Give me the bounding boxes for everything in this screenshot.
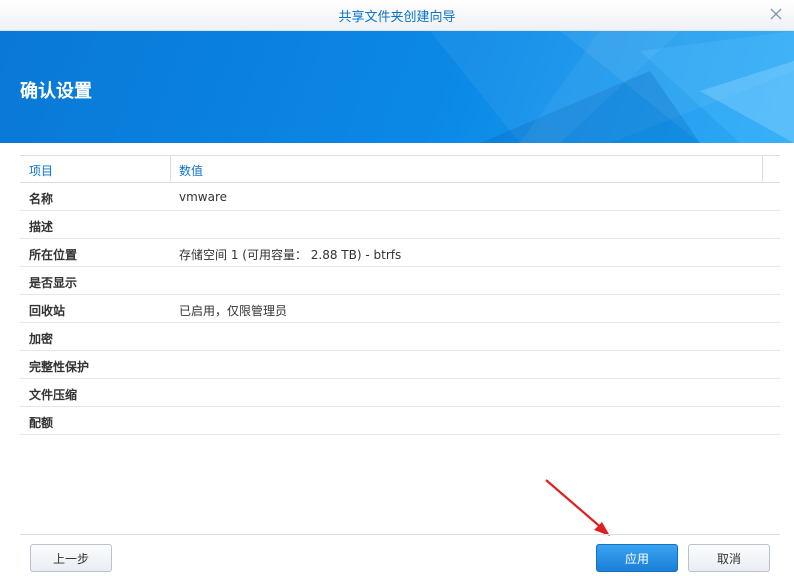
footer-divider: [20, 534, 780, 535]
table-row: 所在位置 存储空间 1 (可用容量： 2.88 TB) - btrfs: [20, 239, 780, 267]
row-value: 已启用，仅限管理员: [179, 304, 288, 318]
table-row: 加密: [20, 323, 780, 351]
table-row: 文件压缩: [20, 379, 780, 407]
header-banner: 确认设置: [0, 31, 794, 143]
row-item-label: 加密: [29, 332, 54, 346]
red-arrow-icon: [545, 479, 610, 536]
column-divider: [762, 156, 763, 182]
row-item-label: 描述: [29, 220, 54, 234]
apply-button[interactable]: 应用: [596, 544, 678, 572]
table-row: 完整性保护: [20, 351, 780, 379]
row-item-label: 所在位置: [29, 248, 78, 262]
back-button[interactable]: 上一步: [30, 544, 112, 572]
table-row: 配额: [20, 407, 780, 435]
window-title: 共享文件夹创建向导: [338, 10, 456, 25]
table-row: 描述: [20, 211, 780, 239]
row-item-label: 名称: [29, 192, 54, 206]
column-header-item[interactable]: 项目: [29, 162, 53, 179]
table-row: 回收站 已启用，仅限管理员: [20, 295, 780, 323]
column-divider: [170, 156, 171, 182]
banner-decoration: [430, 31, 794, 143]
row-item-label: 配额: [29, 416, 54, 430]
table-header: 项目 数值: [20, 156, 780, 183]
row-item-label: 是否显示: [29, 276, 78, 290]
row-value: vmware: [179, 190, 228, 204]
row-item-label: 完整性保护: [29, 360, 90, 374]
title-bar: 共享文件夹创建向导: [0, 0, 794, 31]
settings-table: 项目 数值 名称 vmware 描述 所在位置 存储空间 1 (可用容量： 2.…: [20, 155, 780, 435]
row-item-label: 回收站: [29, 304, 66, 318]
table-row: 名称 vmware: [20, 183, 780, 211]
row-item-label: 文件压缩: [29, 388, 78, 402]
table-row: 是否显示: [20, 267, 780, 295]
page-title: 确认设置: [20, 81, 92, 102]
row-value: 存储空间 1 (可用容量： 2.88 TB) - btrfs: [179, 248, 402, 262]
cancel-button[interactable]: 取消: [688, 544, 770, 572]
close-button[interactable]: [768, 6, 784, 22]
close-icon: [770, 8, 782, 20]
column-header-value[interactable]: 数值: [179, 162, 203, 179]
